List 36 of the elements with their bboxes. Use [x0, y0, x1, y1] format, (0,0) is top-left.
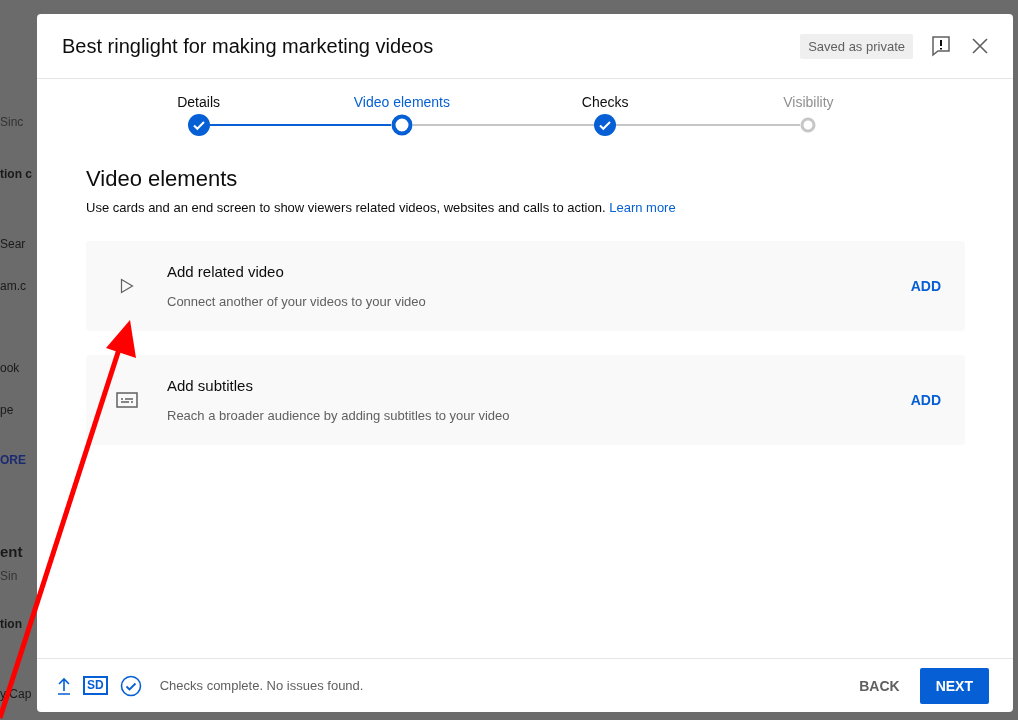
card-description: Reach a broader audience by adding subtitles to your video: [167, 408, 511, 423]
step-tab[interactable]: Details: [177, 94, 220, 114]
dialog-title: Best ringlight for making marketing videos: [62, 34, 435, 58]
close-icon[interactable]: [971, 37, 989, 55]
play-icon: [119, 278, 134, 294]
save-status: Saved as private: [800, 33, 913, 59]
background-text: ent: [0, 544, 24, 560]
back-button[interactable]: BACK: [845, 667, 914, 704]
step-tab[interactable]: Visibility: [783, 94, 834, 114]
background-text: am.c: [0, 278, 27, 294]
card-title: Add subtitles: [167, 377, 254, 394]
card-title: Add related video: [167, 263, 285, 280]
checks-status: Checks complete. No issues found.: [159, 678, 365, 693]
next-button[interactable]: NEXT: [919, 667, 989, 704]
sd-badge[interactable]: SD: [83, 676, 108, 695]
section-heading: Video elements: [86, 166, 239, 192]
background-text: pe: [0, 402, 15, 418]
learn-more-link[interactable]: Learn more: [609, 200, 676, 215]
section-description: Use cards and an end screen to show viewers related videos, websites and calls to action. Learn more: [86, 200, 677, 215]
step-tab[interactable]: Video elements: [353, 94, 450, 114]
background-text: ook: [0, 360, 21, 376]
card-description: Connect another of your videos to your video: [167, 294, 427, 309]
background-text: y Cap: [0, 686, 33, 702]
background-text: Sin: [0, 568, 19, 584]
feedback-icon[interactable]: [931, 35, 951, 57]
step-tab[interactable]: Checks: [581, 94, 629, 114]
upload-icon[interactable]: [57, 676, 71, 695]
subtitles-icon: [115, 392, 138, 408]
add-button[interactable]: ADD: [896, 270, 955, 302]
background-text: ORE: [0, 452, 27, 468]
background-text: tion: [0, 616, 23, 632]
background-text: Sinc: [0, 114, 25, 130]
add-button[interactable]: ADD: [896, 384, 955, 416]
background-text: Sear: [0, 236, 27, 252]
background-text: tion c: [0, 166, 33, 182]
check-circle-icon[interactable]: [119, 674, 142, 697]
